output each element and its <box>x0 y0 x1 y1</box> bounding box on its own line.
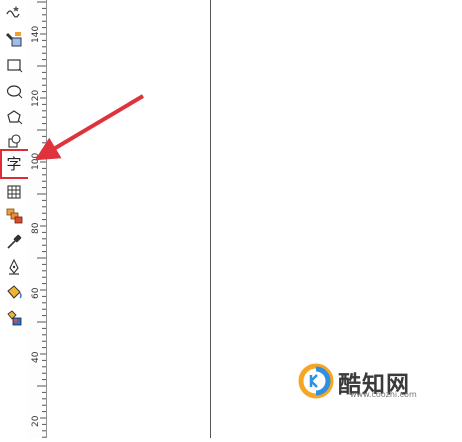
coozhi-logo-icon <box>298 363 334 399</box>
watermark-url: www.coozhi.com <box>350 390 417 399</box>
watermark: 酷知网 www.coozhi.com <box>298 361 448 405</box>
